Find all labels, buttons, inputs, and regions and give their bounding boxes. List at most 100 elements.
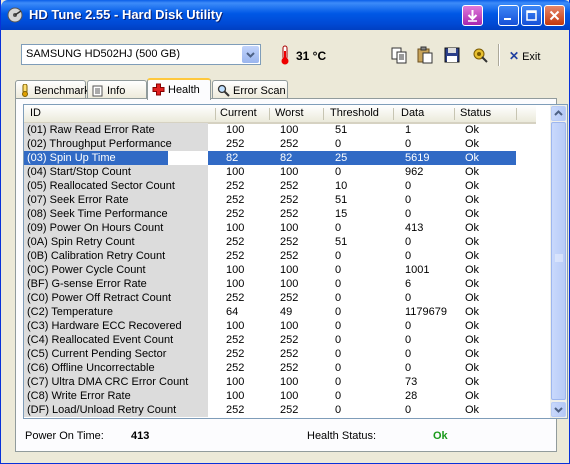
cell-worst: 100 (280, 264, 299, 276)
cell-worst: 252 (280, 348, 299, 360)
magnifier-icon (217, 84, 230, 97)
maximize-button[interactable] (521, 5, 542, 26)
cell-current: 252 (226, 194, 245, 206)
scrollbar-thumb[interactable] (551, 122, 566, 400)
table-row[interactable]: (02) Throughput Performance 252 252 0 0 Ok (24, 137, 536, 151)
column-separator (393, 108, 394, 120)
cell-id: (05) Reallocated Sector Count (24, 179, 208, 193)
table-row[interactable]: (05) Reallocated Sector Count 252 252 10 0 Ok (24, 179, 536, 193)
cell-status: Ok (465, 250, 480, 262)
cell-data: 6 (405, 278, 412, 290)
table-row[interactable]: (C3) Hardware ECC Recovered 100 100 0 0 Ok (24, 319, 536, 333)
scroll-up-button[interactable] (551, 106, 566, 121)
cell-data: 0 (405, 236, 412, 248)
drive-select[interactable]: SAMSUNG HD502HJ (500 GB) (21, 44, 261, 65)
cell-data: 0 (405, 208, 412, 220)
table-row[interactable]: (C8) Write Error Rate 100 100 0 28 Ok (24, 389, 536, 403)
cell-current: 100 (226, 376, 245, 388)
cell-worst: 100 (280, 166, 299, 178)
table-body: (01) Raw Read Error Rate 100 100 51 1 Ok (02) … (24, 123, 536, 417)
save-icon[interactable] (443, 46, 461, 64)
exit-button[interactable]: ✕ Exit (509, 49, 540, 63)
column-separator (269, 108, 270, 120)
cell-data: 413 (405, 222, 424, 234)
table-row[interactable]: (09) Power On Hours Count 100 100 0 413 Ok (24, 221, 536, 235)
cell-threshold: 0 (335, 320, 342, 332)
close-button[interactable] (544, 5, 565, 26)
table-row[interactable]: (04) Start/Stop Count 100 100 0 962 Ok (24, 165, 536, 179)
title-bar[interactable]: HD Tune 2.55 - Hard Disk Utility (1, 0, 570, 30)
column-header-threshold[interactable]: Threshold (330, 107, 379, 119)
column-header-status[interactable]: Status (460, 107, 491, 119)
table-row[interactable]: (C4) Reallocated Event Count 252 252 0 0 Ok (24, 333, 536, 347)
temperature-readout: 31 °C (296, 49, 327, 63)
table-row[interactable]: (C7) Ultra DMA CRC Error Count 100 100 0 73 O… (24, 375, 536, 389)
column-header-data[interactable]: Data (401, 107, 424, 119)
tab-info[interactable]: Info (87, 80, 147, 99)
chevron-down-icon[interactable] (242, 46, 259, 63)
table-row[interactable]: (01) Raw Read Error Rate 100 100 51 1 Ok (24, 123, 536, 137)
cell-data: 5619 (405, 152, 430, 164)
download-icon[interactable] (462, 5, 483, 26)
cell-id: (01) Raw Read Error Rate (24, 123, 208, 137)
cell-current: 252 (226, 404, 245, 416)
cell-status: Ok (465, 404, 480, 416)
cell-worst: 252 (280, 208, 299, 220)
options-icon[interactable] (471, 46, 489, 64)
cell-worst: 252 (280, 236, 299, 248)
cell-status: Ok (465, 222, 480, 234)
table-row[interactable]: (0B) Calibration Retry Count 252 252 0 0 Ok (24, 249, 536, 263)
cell-data: 1001 (405, 264, 430, 276)
health-status-value: Ok (433, 430, 448, 442)
table-row[interactable]: (BF) G-sense Error Rate 100 100 0 6 Ok (24, 277, 536, 291)
copy-icon[interactable] (390, 46, 408, 64)
cell-current: 100 (226, 166, 245, 178)
cell-current: 252 (226, 236, 245, 248)
tab-benchmark[interactable]: Benchmark (15, 80, 90, 99)
table-row[interactable]: (0A) Spin Retry Count 252 252 51 0 Ok (24, 235, 536, 249)
table-row[interactable]: (C5) Current Pending Sector 252 252 0 0 Ok (24, 347, 536, 361)
cell-threshold: 0 (335, 222, 342, 234)
column-header-worst[interactable]: Worst (275, 107, 304, 119)
tab-error-scan[interactable]: Error Scan (212, 80, 288, 99)
cell-worst: 252 (280, 138, 299, 150)
vertical-scrollbar[interactable] (550, 105, 567, 418)
cell-data: 0 (405, 180, 412, 192)
cell-worst: 100 (280, 222, 299, 234)
cell-current: 100 (226, 320, 245, 332)
cell-worst: 252 (280, 362, 299, 374)
power-on-label: Power On Time: (25, 430, 104, 442)
thermometer-icon (281, 45, 289, 65)
cell-id: (C2) Temperature (24, 305, 208, 319)
exit-label: Exit (522, 51, 541, 63)
table-row[interactable]: (C2) Temperature 64 49 0 1179679 Ok (24, 305, 536, 319)
cell-current: 252 (226, 292, 245, 304)
column-header-current[interactable]: Current (220, 107, 257, 119)
smart-table[interactable]: ID Current Worst Threshold Data Status (… (23, 104, 568, 419)
health-panel: ID Current Worst Threshold Data Status (… (15, 98, 568, 452)
cell-status: Ok (465, 152, 480, 164)
tab-info-label: Info (107, 85, 126, 97)
cell-threshold: 0 (335, 138, 342, 150)
column-header-id[interactable]: ID (30, 107, 41, 119)
cell-id: (09) Power On Hours Count (24, 221, 208, 235)
cell-threshold: 51 (335, 194, 348, 206)
scroll-down-button[interactable] (551, 402, 566, 417)
cell-current: 252 (226, 208, 245, 220)
cell-status: Ok (465, 124, 480, 136)
info-icon (92, 85, 103, 97)
cell-status: Ok (465, 334, 480, 346)
table-row[interactable]: (DF) Load/Unload Retry Count 252 252 0 0 Ok (24, 403, 536, 417)
paste-icon[interactable] (416, 46, 434, 64)
table-row[interactable]: (03) Spin Up Time 82 82 25 5619 Ok (24, 151, 536, 165)
cell-worst: 252 (280, 334, 299, 346)
table-row[interactable]: (C6) Offline Uncorrectable 252 252 0 0 Ok (24, 361, 536, 375)
cell-status: Ok (465, 236, 480, 248)
table-row[interactable]: (C0) Power Off Retract Count 252 252 0 0 Ok (24, 291, 536, 305)
table-row[interactable]: (0C) Power Cycle Count 100 100 0 1001 Ok (24, 263, 536, 277)
cell-threshold: 25 (335, 152, 348, 164)
tab-health[interactable]: Health (147, 78, 211, 100)
table-row[interactable]: (07) Seek Error Rate 252 252 51 0 Ok (24, 193, 536, 207)
minimize-button[interactable] (498, 5, 519, 26)
table-row[interactable]: (08) Seek Time Performance 252 252 15 0 Ok (24, 207, 536, 221)
